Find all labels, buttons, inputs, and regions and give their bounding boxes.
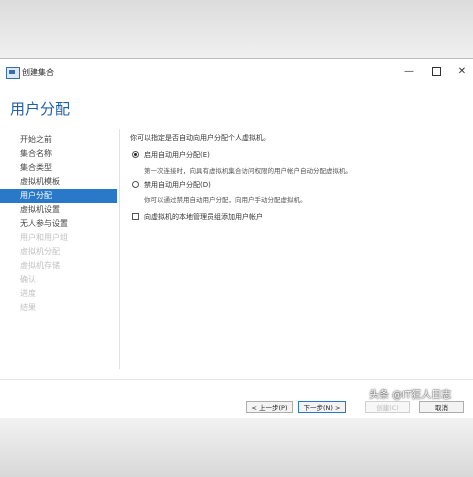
auto-assign-radio[interactable]: [132, 151, 139, 158]
close-button[interactable]: ✕: [451, 63, 473, 81]
wizard-steps-nav: 开始之前 集合名称 集合类型 虚拟机模板 用户分配 虚拟机设置 无人参与设置 用…: [0, 133, 120, 383]
maximize-button[interactable]: [425, 63, 447, 81]
step-collection-type[interactable]: 集合类型: [0, 161, 117, 175]
create-button: 创建(C): [365, 401, 410, 413]
create-collection-dialog: 创建集合 — ✕ 用户分配 开始之前 集合名称 集合类型 虚拟机模板 用户分配 …: [0, 58, 473, 419]
server-manager-icon: [6, 67, 20, 79]
step-vm-settings[interactable]: 虚拟机设置: [0, 203, 117, 217]
manual-assign-radio[interactable]: [132, 181, 139, 188]
next-button[interactable]: 下一步(N) >: [298, 401, 346, 413]
watermark-text: 头条 @IT狂人日志: [369, 390, 452, 401]
nav-divider: [119, 129, 120, 369]
manual-assign-description: 你可以通过禁用自动用户分配，向用户手动分配虚拟机。: [144, 196, 307, 204]
title-bar: 创建集合 — ✕: [0, 59, 473, 87]
add-to-admin-group-checkbox[interactable]: [132, 213, 139, 220]
step-collection-name[interactable]: 集合名称: [0, 147, 117, 161]
intro-text: 你可以指定是否自动向用户分配个人虚拟机。: [130, 134, 270, 142]
step-users-and-groups: 用户和用户组: [20, 233, 68, 242]
step-results: 结果: [20, 303, 36, 312]
step-unattended-settings[interactable]: 无人参与设置: [0, 217, 117, 231]
step-progress: 进度: [20, 289, 36, 298]
step-vm-storage: 虚拟机存储: [20, 261, 60, 270]
previous-button[interactable]: < 上一步(P): [246, 401, 293, 413]
auto-assign-description: 第一次连接时，向具有虚拟机集合访问权限的用户帐户自动分配虚拟机。: [144, 167, 352, 175]
cancel-button[interactable]: 取消: [419, 401, 464, 413]
page-title: 用户分配: [10, 100, 71, 118]
photo-background-top: [0, 0, 473, 58]
minimize-button[interactable]: —: [398, 63, 420, 81]
step-before-you-begin[interactable]: 开始之前: [0, 133, 117, 147]
step-vm-template[interactable]: 虚拟机模板: [0, 175, 117, 189]
add-to-admin-group-label[interactable]: 向虚拟机的本地管理员组添加用户帐户: [144, 212, 263, 222]
wizard-header: 用户分配: [0, 87, 473, 133]
step-user-assignment[interactable]: 用户分配: [0, 189, 117, 203]
step-vm-allocation: 虚拟机分配: [20, 247, 60, 256]
maximize-icon: [431, 66, 441, 76]
window-title: 创建集合: [22, 68, 54, 77]
footer-divider: [0, 379, 473, 380]
auto-assign-label[interactable]: 启用自动用户分配(E): [144, 150, 210, 160]
manual-assign-label[interactable]: 禁用自动用户分配(D): [144, 180, 211, 190]
step-confirmation: 确认: [20, 275, 36, 284]
photo-background-bottom: [0, 418, 473, 477]
